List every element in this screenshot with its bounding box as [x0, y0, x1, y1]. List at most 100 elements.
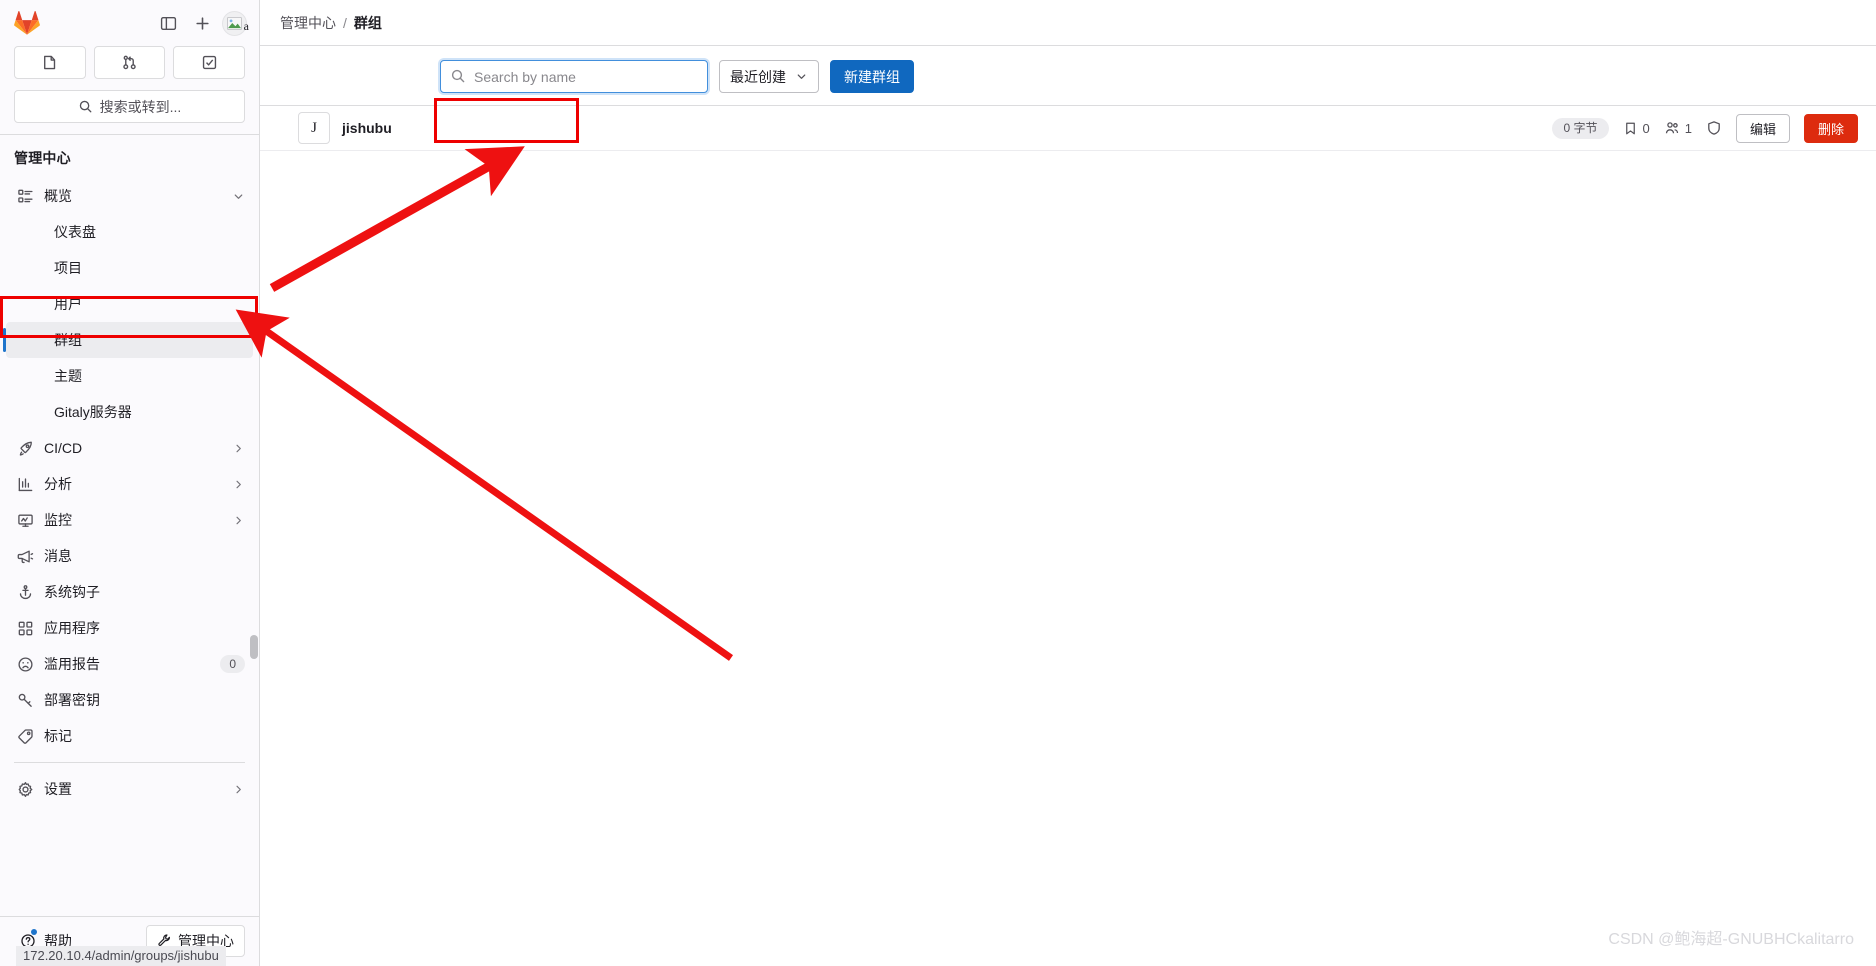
chevron-right-icon — [231, 513, 245, 527]
status-bar-url: 172.20.10.4/admin/groups/jishubu — [16, 946, 226, 966]
avatar[interactable]: a — [222, 10, 249, 36]
gitlab-logo[interactable] — [14, 10, 40, 36]
breadcrumb-separator: / — [343, 14, 347, 31]
sidebar-item--[interactable]: 消息 — [6, 538, 253, 574]
sidebar-item--[interactable]: 仪表盘 — [6, 214, 253, 250]
sidebar-search-label: 搜索或转到... — [99, 98, 182, 115]
sidebar-nav: 管理中心 概览仪表盘项目用户群组主题 Gitaly服务器 CI/CD 分析监控消息系统… — [0, 135, 259, 916]
sidebar-item--[interactable]: 设置 — [6, 771, 253, 807]
monitor-icon — [16, 511, 34, 529]
sidebar-item-label: Gitaly服务器 — [54, 404, 132, 420]
gear-icon — [16, 780, 34, 798]
abuse-icon — [16, 655, 34, 673]
sidebar-header: a — [0, 0, 259, 44]
megaphone-icon — [16, 547, 34, 565]
issues-icon[interactable] — [14, 46, 86, 79]
sidebar-item-gitaly-[interactable]: Gitaly服务器 — [6, 394, 253, 430]
chevron-right-icon — [231, 477, 245, 491]
group-visibility-stat — [1706, 120, 1722, 136]
search-field-wrapper — [440, 60, 708, 93]
group-name-link[interactable]: jishubu — [342, 120, 392, 136]
edit-group-button[interactable]: 编辑 — [1735, 113, 1790, 143]
sidebar-item-label: 项目 — [54, 260, 82, 276]
sidebar-item-label: 监控 — [44, 512, 72, 528]
sidebar-item-ci-cd[interactable]: CI/CD — [6, 430, 253, 466]
sidebar-item-label: 部署密钥 — [44, 692, 100, 708]
sidebar-item-label: 设置 — [44, 781, 72, 797]
sidebar-item--[interactable]: 系统钩子 — [6, 574, 253, 610]
breadcrumb-root[interactable]: 管理中心 — [280, 13, 336, 33]
group-projects-count: 0 — [1642, 120, 1650, 136]
applications-icon — [16, 619, 34, 637]
breadcrumb-current: 群组 — [353, 14, 382, 31]
sidebar-item-label: 系统钩子 — [44, 584, 100, 600]
hook-icon — [16, 583, 34, 601]
group-members-stat: 1 — [1664, 120, 1692, 136]
search-input[interactable] — [440, 60, 708, 93]
group-projects-stat: 0 — [1623, 121, 1650, 136]
sidebar-item--[interactable]: 滥用报告 0 — [6, 646, 253, 682]
sidebar-item--[interactable]: 项目 — [6, 250, 253, 286]
sidebar-item-label: 主题 — [54, 368, 82, 384]
label-icon — [16, 727, 34, 745]
sidebar-search-button[interactable]: 搜索或转到... — [14, 90, 245, 123]
sidebar-item-label: 滥用报告 — [44, 656, 100, 672]
sidebar-section-title: 管理中心 — [14, 150, 71, 166]
sidebar-item-label: 用户 — [54, 296, 82, 312]
sidebar-item--[interactable]: 概览 — [6, 178, 253, 214]
overview-icon — [16, 187, 34, 205]
group-members-count: 1 — [1684, 120, 1692, 136]
sidebar-item--[interactable]: 应用程序 — [6, 610, 253, 646]
sidebar-item--[interactable]: 用户 — [6, 286, 253, 322]
sidebar-item-label: 仪表盘 — [54, 224, 96, 240]
csdn-watermark: CSDN @鲍海超-GNUBHCkalitarro — [1608, 931, 1854, 948]
sidebar-item-label: 应用程序 — [44, 620, 100, 636]
group-identity: Jjishubu — [298, 112, 392, 144]
main-content: 管理中心 / 群组 最近创建 新建群组 Jjishubu 0 字节 0 1 — [260, 0, 1876, 966]
toggle-sidebar-icon[interactable] — [154, 9, 182, 37]
sidebar: a 搜索或转到... 管理中心 概览 仪表盘 项目 用户 群组 主题 Gital… — [0, 0, 260, 966]
sidebar-item-label: CI/CD — [44, 440, 83, 456]
sidebar-item-label: 标记 — [44, 728, 72, 744]
breadcrumb: 管理中心 / 群组 — [260, 0, 1876, 46]
group-row: Jjishubu 0 字节 0 1 编辑 删除 — [260, 106, 1876, 151]
groups-toolbar: 最近创建 新建群组 — [260, 46, 1876, 93]
key-icon — [16, 691, 34, 709]
chevron-down-icon — [795, 70, 808, 83]
sidebar-item--[interactable]: 部署密钥 — [6, 682, 253, 718]
sidebar-item--[interactable]: 群组 — [3, 322, 253, 358]
help-notification-dot — [31, 928, 37, 935]
chevron-right-icon — [231, 441, 245, 455]
chart-icon — [16, 475, 34, 493]
group-meta: 0 字节 0 1 编辑 删除 — [1552, 113, 1858, 143]
sidebar-item--[interactable]: 标记 — [6, 718, 253, 754]
groups-list: Jjishubu 0 字节 0 1 编辑 删除 — [260, 105, 1876, 151]
create-new-icon[interactable] — [188, 9, 216, 37]
sidebar-item-badge: 0 — [220, 655, 245, 673]
sidebar-items-container: 概览仪表盘项目用户群组主题 Gitaly服务器 CI/CD 分析监控消息系统钩子应用程… — [0, 178, 259, 807]
search-icon — [79, 100, 92, 113]
sidebar-item--[interactable]: 分析 — [6, 466, 253, 502]
gitlab-admin-page: a 搜索或转到... 管理中心 概览 仪表盘 项目 用户 群组 主题 Gital… — [0, 0, 1876, 966]
sidebar-scrollbar-thumb[interactable] — [250, 635, 258, 659]
merge-requests-icon[interactable] — [93, 46, 166, 79]
users-icon — [1665, 122, 1678, 134]
broken-image-icon — [227, 16, 242, 30]
group-avatar[interactable]: J — [298, 112, 330, 144]
sort-dropdown[interactable]: 最近创建 — [719, 60, 819, 93]
sidebar-item--[interactable]: 监控 — [6, 502, 253, 538]
sidebar-item-label: 群组 — [54, 332, 82, 348]
new-group-button[interactable]: 新建群组 — [830, 60, 914, 93]
rocket-icon — [16, 439, 34, 457]
group-size-badge: 0 字节 — [1552, 117, 1609, 139]
chevron-right-icon — [231, 782, 245, 796]
sidebar-item--[interactable]: 主题 — [6, 358, 253, 394]
quick-actions-row — [0, 44, 259, 79]
todos-icon[interactable] — [173, 46, 246, 79]
delete-group-button[interactable]: 删除 — [1803, 113, 1858, 143]
sidebar-item-label: 消息 — [44, 548, 72, 564]
chevron-down-icon — [231, 189, 245, 203]
sidebar-item-label: 概览 — [44, 188, 72, 204]
bookmark-icon — [1625, 122, 1635, 134]
shield-icon — [1708, 121, 1720, 135]
